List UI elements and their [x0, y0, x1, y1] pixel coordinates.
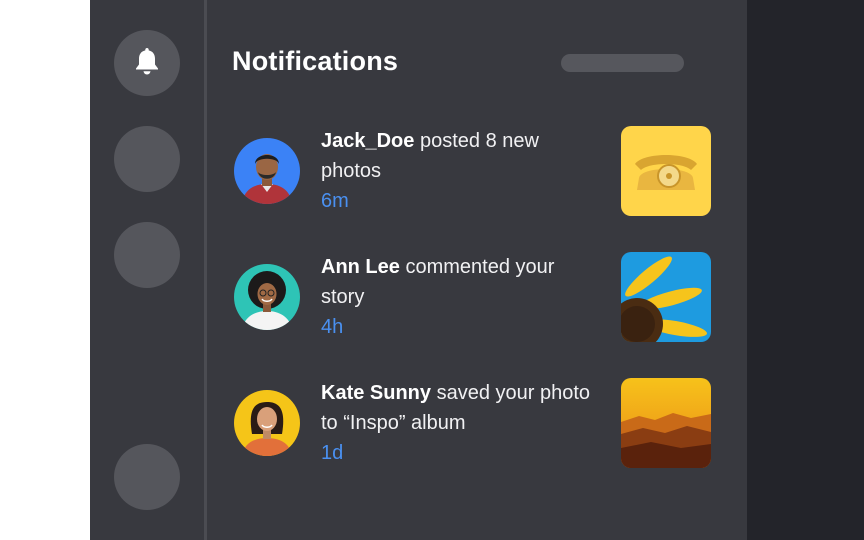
page-left-margin	[0, 0, 90, 540]
notification-user[interactable]: Kate Sunny	[321, 382, 431, 404]
notification-item[interactable]: Ann Lee commented your story 4h	[207, 252, 747, 352]
notification-time: 6m	[321, 190, 349, 212]
notification-time: 4h	[321, 316, 344, 338]
header-placeholder-bar	[561, 54, 684, 72]
sidebar-notifications-button[interactable]	[114, 30, 180, 96]
notifications-panel: Notifications Jack_Doe posted 8 new phot…	[207, 0, 747, 540]
notification-time: 1d	[321, 442, 344, 464]
notification-item[interactable]: Kate Sunny saved your photo to “Inspo” a…	[207, 378, 747, 478]
sunset-mountains-icon	[621, 378, 711, 468]
sidebar-button-2[interactable]	[114, 126, 180, 192]
avatar[interactable]	[234, 264, 300, 330]
notifications-app: Notifications Jack_Doe posted 8 new phot…	[90, 0, 747, 540]
notification-thumbnail[interactable]	[621, 378, 711, 468]
sidebar	[90, 0, 204, 540]
notification-thumbnail[interactable]	[621, 252, 711, 342]
sidebar-button-bottom[interactable]	[114, 444, 180, 510]
notification-text: Kate Sunny saved your photo to “Inspo” a…	[321, 378, 601, 468]
sidebar-button-3[interactable]	[114, 222, 180, 288]
avatar[interactable]	[234, 390, 300, 456]
notification-user[interactable]: Ann Lee	[321, 256, 400, 278]
bell-icon	[133, 46, 161, 81]
page-right-margin	[747, 0, 864, 540]
sunflower-icon	[621, 252, 711, 342]
page-title: Notifications	[232, 46, 399, 76]
avatar[interactable]	[234, 138, 300, 204]
rotary-phone-icon	[621, 126, 711, 216]
notification-text: Jack_Doe posted 8 new photos 6m	[321, 126, 601, 216]
notification-thumbnail[interactable]	[621, 126, 711, 216]
notification-text: Ann Lee commented your story 4h	[321, 252, 601, 342]
notification-item[interactable]: Jack_Doe posted 8 new photos 6m	[207, 126, 747, 226]
notification-user[interactable]: Jack_Doe	[321, 130, 414, 152]
